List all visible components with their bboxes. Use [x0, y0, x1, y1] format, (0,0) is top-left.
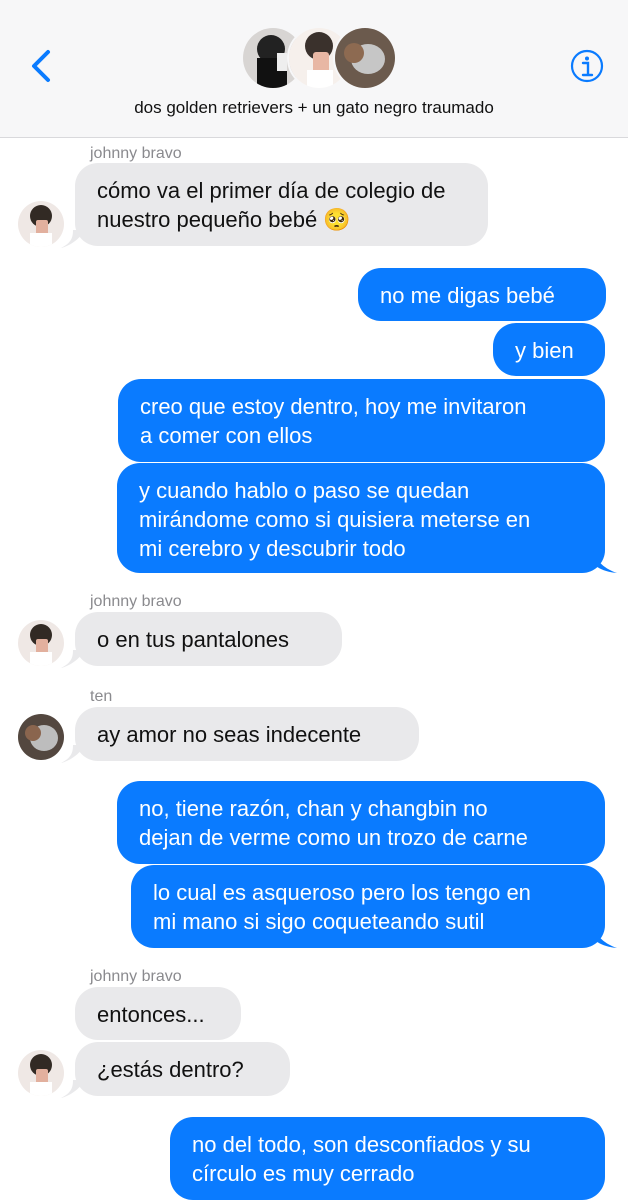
message-text-line: a comer con ellos	[140, 423, 313, 448]
avatar	[18, 714, 64, 760]
chat-header: dos golden retrievers + un gato negro tr…	[0, 0, 628, 138]
message-text-line: y cuando hablo o paso se quedan	[139, 478, 470, 503]
message-text-line: cómo va el primer día de colegio de	[97, 178, 446, 203]
message-bubble[interactable]: no me digas bebé	[358, 268, 606, 321]
message-bubble[interactable]: cómo va el primer día de colegio de nues…	[75, 163, 488, 246]
message-bubble[interactable]: y cuando hablo o paso se quedan mirándom…	[117, 463, 605, 573]
chevron-left-icon[interactable]	[22, 44, 62, 88]
message-sender-label: johnny bravo	[90, 593, 182, 610]
message-bubble[interactable]: ¿estás dentro?	[75, 1042, 290, 1096]
bubble-tail	[61, 745, 85, 763]
message-bubble[interactable]: ay amor no seas indecente	[75, 707, 419, 761]
message-text-line: mi cerebro y descubrir todo	[139, 536, 406, 561]
message-bubble[interactable]: entonces...	[75, 987, 241, 1040]
message-text-line: mirándome como si quisiera meterse en	[139, 507, 531, 532]
group-avatars[interactable]	[241, 26, 397, 90]
message-bubble[interactable]: o en tus pantalones	[75, 612, 342, 666]
message-bubble[interactable]: lo cual es asqueroso pero los tengo en m…	[131, 865, 605, 948]
bubble-tail	[61, 230, 85, 248]
message-bubble[interactable]: no del todo, son desconfiados y su círcu…	[170, 1117, 605, 1200]
message-text-line: círculo es muy cerrado	[192, 1161, 415, 1186]
info-icon[interactable]	[569, 48, 605, 84]
message-bubble[interactable]: no, tiene razón, chan y changbin no deja…	[117, 781, 605, 864]
message-bubble[interactable]: creo que estoy dentro, hoy me invitaron …	[118, 379, 605, 462]
group-title: dos golden retrievers + un gato negro tr…	[134, 98, 494, 117]
avatar	[18, 1050, 64, 1096]
message-bubble[interactable]: y bien	[493, 323, 605, 376]
avatar	[18, 201, 64, 247]
message-text-line: mi mano si sigo coqueteando sutil	[153, 909, 485, 934]
bubble-tail	[593, 926, 617, 948]
message-text-line: no, tiene razón, chan y changbin no	[139, 796, 488, 821]
message-text-line: lo cual es asqueroso pero los tengo en	[153, 880, 531, 905]
message-text-line: creo que estoy dentro, hoy me invitaron	[140, 394, 527, 419]
group-avatar-3	[333, 26, 397, 90]
message-sender-label: johnny bravo	[90, 145, 182, 162]
message-sender-label: ten	[90, 688, 113, 705]
message-text-line: no del todo, son desconfiados y su	[192, 1132, 531, 1157]
bubble-tail	[593, 551, 617, 573]
avatar	[18, 620, 64, 666]
message-sender-label: johnny bravo	[90, 968, 182, 985]
message-text-line: nuestro pequeño bebé 🥺	[97, 207, 351, 232]
message-text-line: dejan de verme como un trozo de carne	[139, 825, 528, 850]
bubble-tail	[61, 650, 85, 668]
bubble-tail	[61, 1080, 85, 1098]
